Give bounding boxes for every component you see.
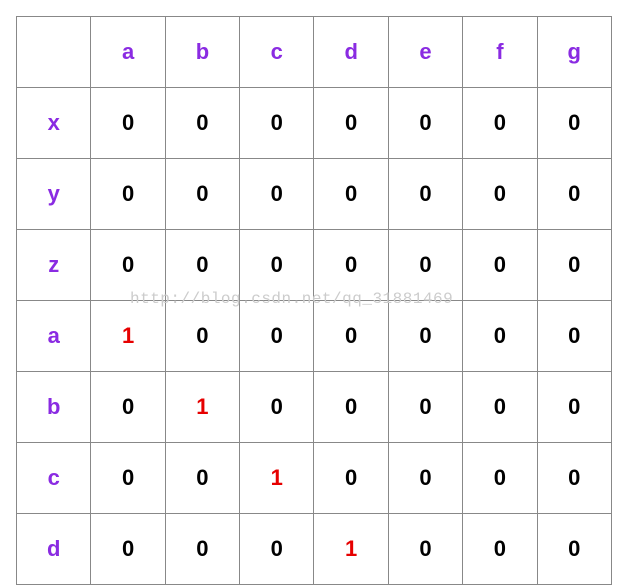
- data-cell: 0: [314, 372, 388, 443]
- data-cell: 0: [165, 230, 239, 301]
- data-cell: 1: [165, 372, 239, 443]
- col-header: b: [165, 17, 239, 88]
- corner-cell: [17, 17, 91, 88]
- col-header: g: [537, 17, 611, 88]
- row-header: y: [17, 159, 91, 230]
- data-cell: 0: [165, 443, 239, 514]
- data-cell: 0: [91, 88, 165, 159]
- data-cell: 0: [165, 301, 239, 372]
- col-header: e: [388, 17, 462, 88]
- data-cell: 0: [91, 443, 165, 514]
- data-cell: 0: [537, 372, 611, 443]
- data-cell: 0: [240, 88, 314, 159]
- data-cell: 0: [91, 159, 165, 230]
- data-cell: 0: [388, 159, 462, 230]
- data-cell: 0: [537, 88, 611, 159]
- data-cell: 0: [240, 230, 314, 301]
- row-header: z: [17, 230, 91, 301]
- row-header: b: [17, 372, 91, 443]
- data-cell: 1: [91, 301, 165, 372]
- data-cell: 0: [537, 230, 611, 301]
- col-header: f: [463, 17, 537, 88]
- data-cell: 0: [463, 372, 537, 443]
- data-cell: 0: [537, 443, 611, 514]
- data-cell: 0: [537, 159, 611, 230]
- data-cell: 0: [165, 88, 239, 159]
- data-cell: 0: [463, 159, 537, 230]
- table-row: z 0 0 0 0 0 0 0: [17, 230, 612, 301]
- table-row: c 0 0 1 0 0 0 0: [17, 443, 612, 514]
- data-cell: 0: [314, 301, 388, 372]
- data-cell: 0: [388, 301, 462, 372]
- data-cell: 0: [463, 443, 537, 514]
- row-header: c: [17, 443, 91, 514]
- col-header: d: [314, 17, 388, 88]
- data-cell: 0: [463, 230, 537, 301]
- data-cell: 0: [537, 301, 611, 372]
- row-header: x: [17, 88, 91, 159]
- row-header: a: [17, 301, 91, 372]
- data-cell: 0: [314, 88, 388, 159]
- data-cell: 0: [388, 230, 462, 301]
- data-cell: 0: [91, 230, 165, 301]
- data-cell: 0: [165, 159, 239, 230]
- table-row: a 1 0 0 0 0 0 0: [17, 301, 612, 372]
- data-cell: 0: [388, 443, 462, 514]
- data-cell: 0: [240, 301, 314, 372]
- table-row: y 0 0 0 0 0 0 0: [17, 159, 612, 230]
- col-header: a: [91, 17, 165, 88]
- data-cell: 0: [388, 372, 462, 443]
- data-cell: 0: [463, 88, 537, 159]
- data-cell: 0: [240, 372, 314, 443]
- data-cell: 0: [314, 159, 388, 230]
- data-cell: 1: [240, 443, 314, 514]
- matrix-table: a b c d e f g x 0 0 0 0 0 0 0 y 0 0 0 0 …: [16, 16, 612, 585]
- data-cell: 0: [240, 159, 314, 230]
- table-row: b 0 1 0 0 0 0 0: [17, 372, 612, 443]
- data-cell: 0: [314, 230, 388, 301]
- data-cell: 0: [388, 88, 462, 159]
- data-cell: 0: [314, 443, 388, 514]
- data-cell: 0: [463, 301, 537, 372]
- header-row: a b c d e f g: [17, 17, 612, 88]
- data-cell: 0: [91, 372, 165, 443]
- col-header: c: [240, 17, 314, 88]
- table-row: x 0 0 0 0 0 0 0: [17, 88, 612, 159]
